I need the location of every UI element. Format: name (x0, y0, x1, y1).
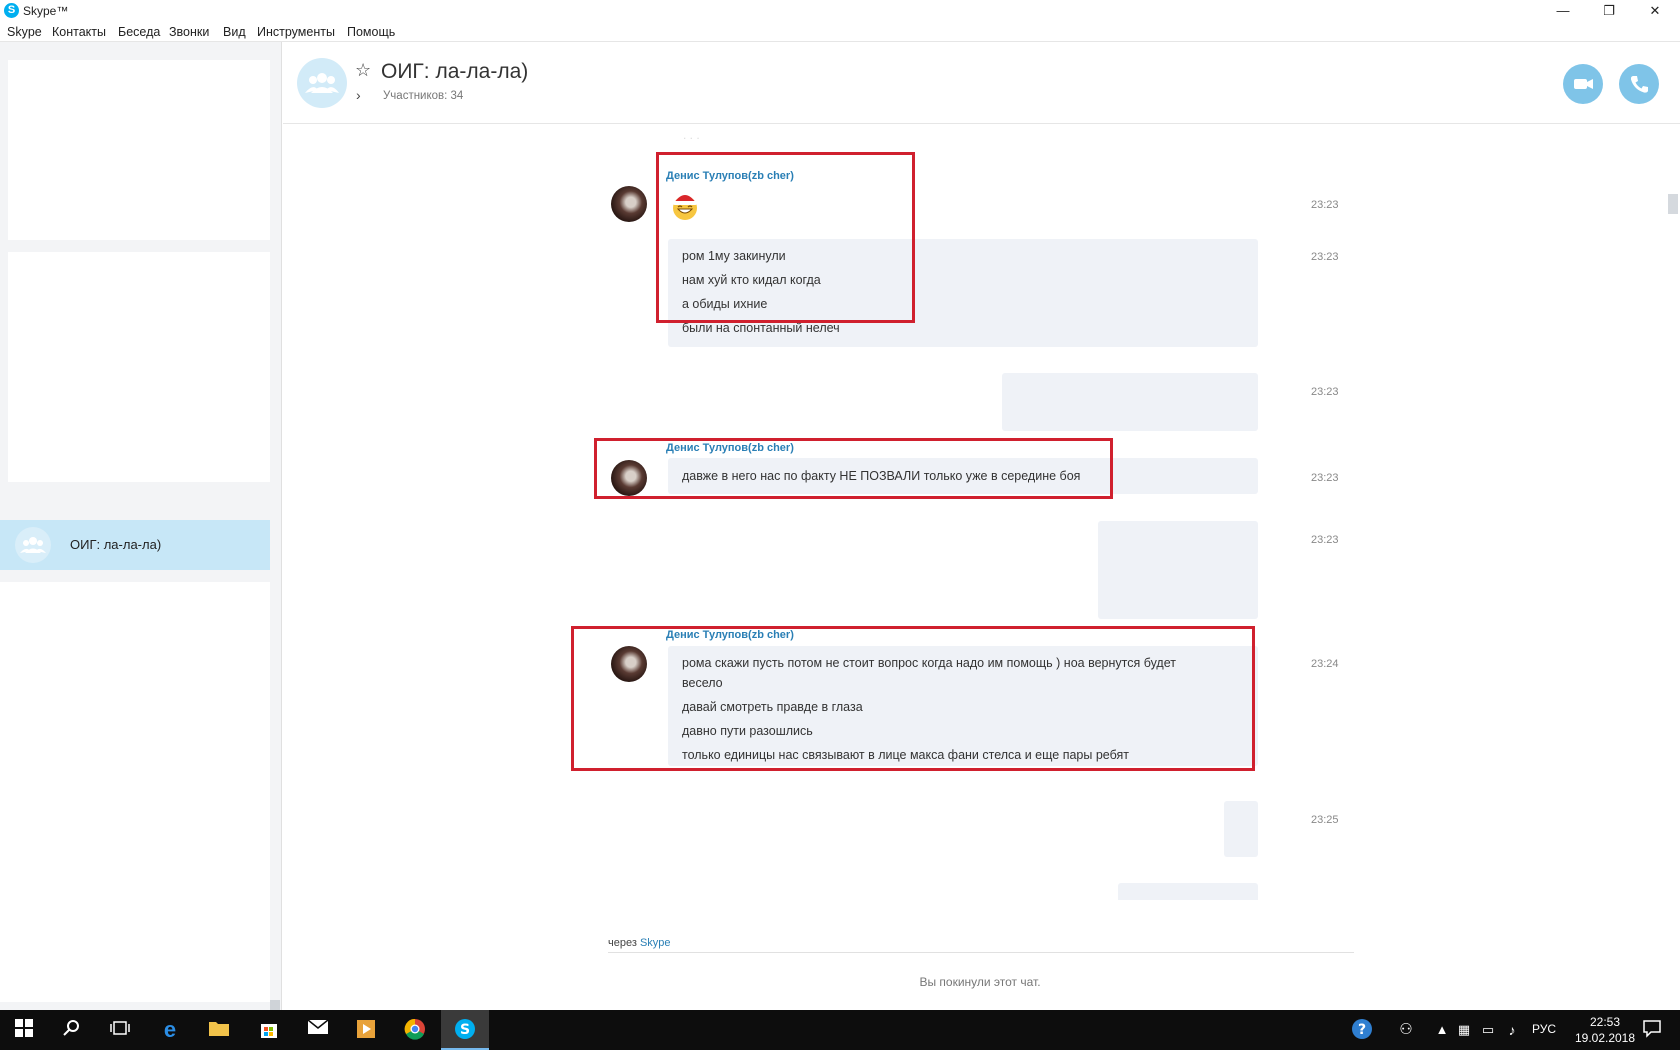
sidebar: ОИГ: ла-ла-ла) (0, 42, 282, 1010)
title-bar: S Skype™ — ❐ ✕ (0, 0, 1680, 22)
chrome-icon[interactable] (403, 1018, 427, 1042)
message-time: 23:23 (1311, 386, 1339, 398)
audio-call-button[interactable] (1619, 64, 1659, 104)
menu-contacts[interactable]: Контакты (52, 25, 106, 39)
message-bubble[interactable] (1002, 373, 1258, 431)
skype-icon[interactable]: S (453, 1018, 477, 1042)
message-bubble[interactable] (1098, 521, 1258, 619)
conversation-title: ОИГ: ла-ла-ла) (381, 60, 529, 83)
sidebar-contacts-panel (0, 582, 270, 1002)
menu-help[interactable]: Помощь (347, 25, 395, 39)
highlight-box (571, 626, 1255, 771)
search-icon[interactable] (60, 1018, 84, 1042)
people-icon[interactable]: ⚇ (1394, 1018, 1418, 1042)
highlight-box (594, 438, 1113, 499)
menu-calls[interactable]: Звонки (169, 25, 209, 39)
message-bubble[interactable] (1118, 883, 1258, 900)
keyboard-language[interactable]: РУС (1532, 1022, 1556, 1036)
network-icon[interactable]: ▦ (1452, 1018, 1476, 1042)
restore-button[interactable]: ❐ (1586, 0, 1632, 22)
sidebar-recent-panel (8, 252, 270, 482)
chevron-up-icon[interactable]: ▲ (1430, 1018, 1454, 1042)
menu-skype[interactable]: Skype (7, 25, 42, 39)
svg-text:S: S (460, 1022, 470, 1038)
windows-start-icon[interactable] (12, 1018, 36, 1042)
clock-time: 22:53 (1589, 1015, 1621, 1029)
message-time: 23:23 (1311, 251, 1339, 263)
conversation-header: ☆ ОИГ: ла-ла-ла) › Участников: 34 (283, 42, 1680, 124)
highlight-box (656, 152, 915, 323)
video-call-button[interactable] (1563, 64, 1603, 104)
message-time: 23:24 (1311, 658, 1339, 670)
chat-scrollbar-thumb[interactable] (1668, 194, 1678, 214)
mail-icon[interactable] (306, 1018, 330, 1042)
menu-bar: Skype Контакты Беседа Звонки Вид Инструм… (0, 22, 1680, 42)
taskbar-clock[interactable]: 22:53 19.02.2018 (1566, 1014, 1644, 1046)
phone-icon (1630, 76, 1648, 93)
participants-count[interactable]: Участников: 34 (383, 90, 463, 102)
battery-icon[interactable]: ▭ (1476, 1018, 1500, 1042)
close-button[interactable]: ✕ (1632, 0, 1678, 22)
window-title: Skype™ (23, 4, 69, 18)
message-time: 23:25 (1311, 814, 1339, 826)
edge-browser-icon[interactable]: e (158, 1018, 182, 1042)
help-icon[interactable]: ? (1350, 1018, 1374, 1042)
faded-previous-message: . . . (683, 128, 700, 142)
svg-text:?: ? (1358, 1022, 1366, 1038)
chevron-right-icon[interactable]: › (356, 87, 361, 103)
star-icon[interactable]: ☆ (355, 60, 371, 81)
via-text: через (608, 937, 637, 949)
store-icon[interactable] (257, 1018, 281, 1042)
media-player-icon[interactable] (354, 1018, 378, 1042)
sidebar-item-label: ОИГ: ла-ла-ла) (70, 537, 162, 552)
via-skype-note: через Skype (608, 937, 671, 949)
message-list[interactable]: . . . Денис Тулупов(zb cher) 23:23 ром 1… (283, 124, 1680, 900)
group-icon (15, 527, 51, 563)
message-time: 23:23 (1311, 534, 1339, 546)
skype-link[interactable]: Skype (640, 937, 671, 949)
message-bubble[interactable] (1224, 801, 1258, 857)
skype-logo-icon: S (4, 3, 19, 18)
avatar[interactable] (611, 186, 647, 222)
task-view-icon[interactable] (108, 1018, 132, 1042)
sidebar-item-group-chat[interactable]: ОИГ: ла-ла-ла) (0, 520, 270, 570)
menu-conversation[interactable]: Беседа (118, 25, 160, 39)
group-avatar (297, 58, 347, 108)
divider (608, 952, 1354, 953)
video-camera-icon (1574, 79, 1593, 89)
taskbar: e S ? ⚇ ▲ ▦ ▭ ♪ РУС 22:53 19.02.2018 (0, 1010, 1680, 1050)
volume-icon[interactable]: ♪ (1500, 1018, 1524, 1042)
file-explorer-icon[interactable] (207, 1018, 231, 1042)
sidebar-scrollbar[interactable] (270, 1000, 280, 1010)
menu-tools[interactable]: Инструменты (257, 25, 335, 39)
message-time: 23:23 (1311, 199, 1339, 211)
message-time: 23:23 (1311, 472, 1339, 484)
clock-date: 19.02.2018 (1574, 1031, 1636, 1045)
left-chat-notice: Вы покинули этот чат. (919, 975, 1041, 989)
minimize-button[interactable]: — (1540, 0, 1586, 22)
menu-view[interactable]: Вид (223, 25, 246, 39)
sidebar-profile-panel (8, 60, 270, 240)
notifications-icon[interactable] (1640, 1018, 1664, 1042)
